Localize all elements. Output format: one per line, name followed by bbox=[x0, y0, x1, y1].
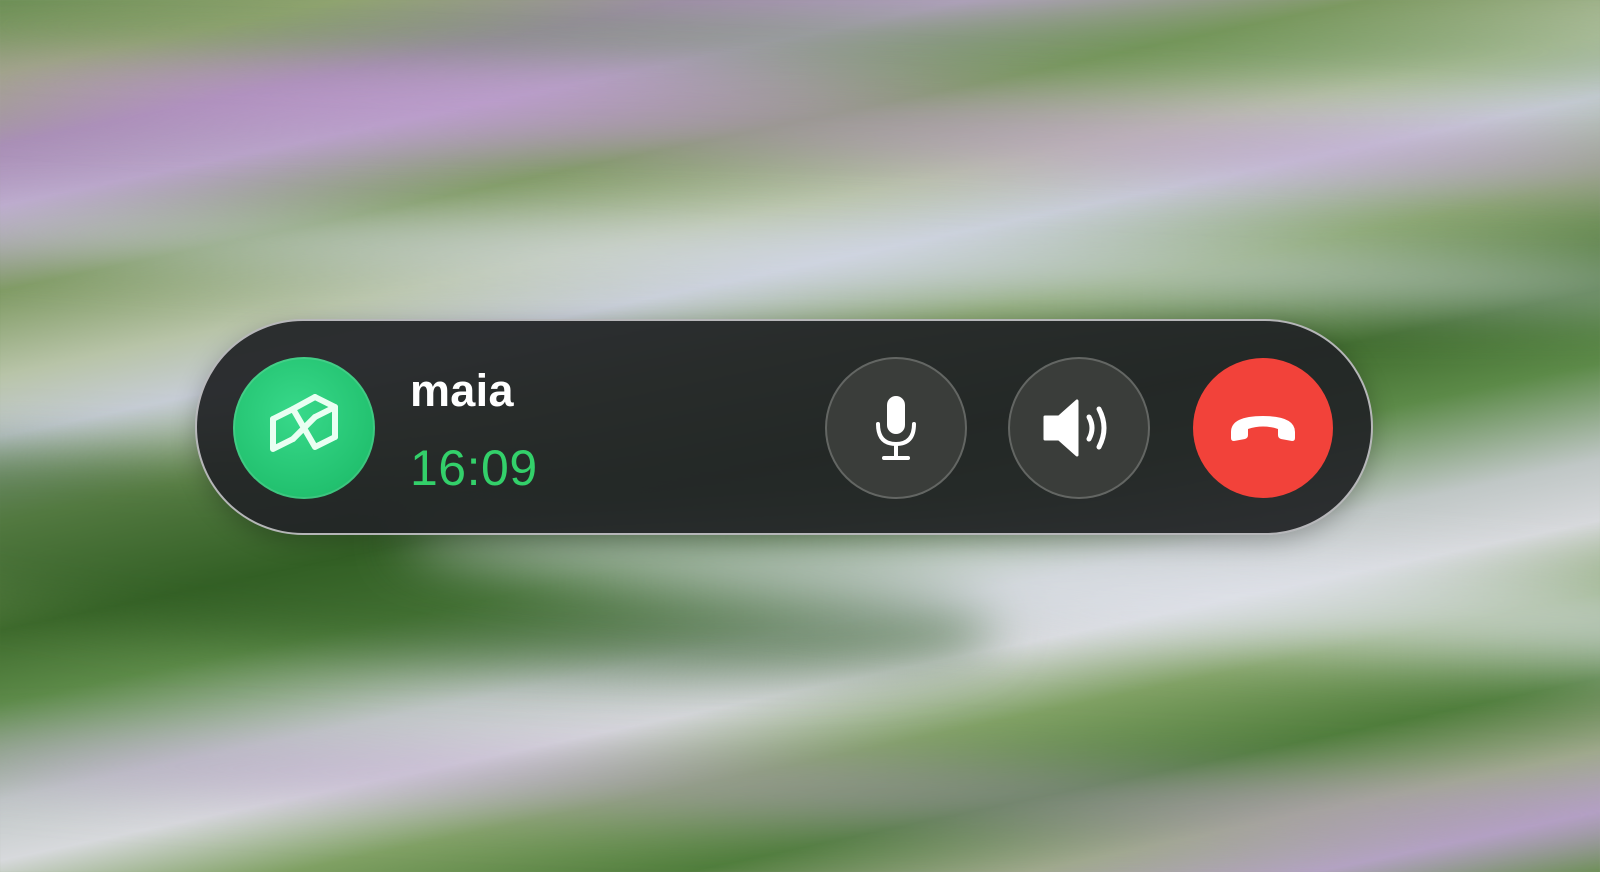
background-streak bbox=[0, 196, 1600, 324]
microphone-icon bbox=[876, 396, 916, 460]
app-logo-icon bbox=[270, 394, 338, 452]
end-call-button[interactable] bbox=[1193, 358, 1333, 498]
contact-name: maia bbox=[410, 365, 514, 416]
phone-hangup-icon bbox=[1231, 416, 1295, 441]
mute-button[interactable] bbox=[825, 357, 967, 499]
background-streak bbox=[0, 726, 1600, 854]
call-duration: 16:09 bbox=[410, 440, 538, 496]
speaker-icon bbox=[1043, 399, 1107, 457]
contact-avatar bbox=[233, 357, 375, 499]
speaker-button[interactable] bbox=[1008, 357, 1150, 499]
call-control-panel: maia 16:09 bbox=[195, 319, 1373, 535]
